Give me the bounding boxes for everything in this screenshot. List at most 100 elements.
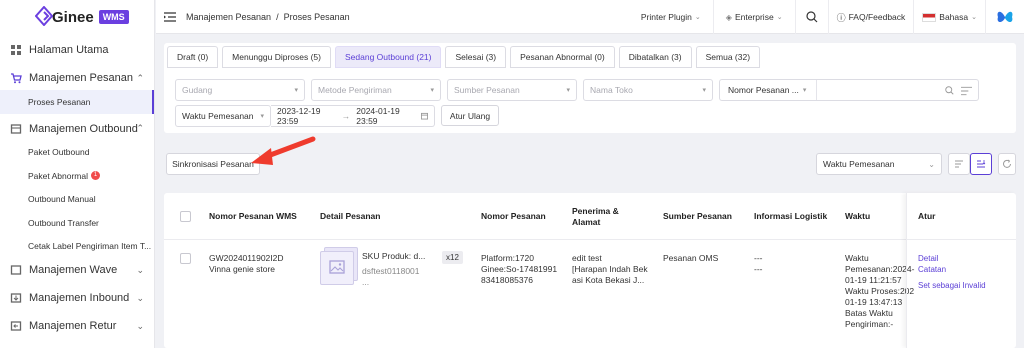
refresh-button[interactable] (998, 153, 1016, 175)
butterfly-avatar-icon (997, 11, 1013, 23)
logistics-info: --- (754, 253, 763, 263)
sidebar-item-manajemen-wave[interactable]: Manajemen Wave ⌄ (0, 258, 154, 282)
batch-search-icon[interactable] (961, 86, 972, 96)
gudang-select[interactable]: Gudang ▾ (175, 79, 305, 101)
quantity-badge: x12 (442, 251, 463, 264)
tab-draft[interactable]: Draft (0) (167, 46, 219, 68)
printer-plugin-label: Printer Plugin (640, 12, 692, 22)
set-invalid-link[interactable]: Set sebagai Invalid (918, 280, 986, 291)
waktu-type-select[interactable]: Waktu Pemesanan ▾ (175, 105, 271, 127)
order-source: Pesanan OMS (663, 253, 719, 263)
menu-collapse-icon[interactable] (164, 11, 176, 22)
chevron-down-icon: ▾ (430, 87, 434, 94)
sidebar-item-label: Manajemen Wave (29, 264, 118, 276)
sidebar-item-outbound-manual[interactable]: Outbound Manual (0, 188, 154, 212)
product-sku-code: dsftest0118001 (362, 266, 420, 276)
tab-label: Draft (0) (177, 52, 209, 62)
sidebar-item-cetak-label[interactable]: Cetak Label Pengiriman Item T... (0, 235, 154, 259)
select-all-checkbox[interactable] (180, 211, 191, 222)
sort-ascending-button[interactable] (948, 153, 970, 175)
sort-descending-icon (977, 160, 986, 168)
sidebar-item-outbound-transfer[interactable]: Outbound Transfer (0, 211, 154, 235)
row-checkbox[interactable] (180, 253, 191, 264)
sidebar-item-paket-abnormal[interactable]: Paket Abnormal 1 (0, 164, 154, 188)
return-icon (10, 321, 22, 331)
language-label: Bahasa (939, 12, 969, 22)
tab-dibatalkan[interactable]: Dibatalkan (3) (618, 46, 692, 68)
divider (816, 80, 817, 100)
nama-toko-select[interactable]: Nama Toko ▾ (583, 79, 713, 101)
sidebar-item-manajemen-pesanan[interactable]: Manajemen Pesanan ⌃ (0, 66, 154, 90)
help-icon: ⓘ (836, 12, 846, 23)
tab-semua[interactable]: Semua (32) (695, 46, 761, 68)
sidebar-item-paket-outbound[interactable]: Paket Outbound (0, 141, 154, 165)
search-icon[interactable] (945, 86, 954, 95)
printer-plugin-menu[interactable]: Printer Plugin ⌄ (629, 0, 713, 34)
reset-label: Atur Ulang (449, 110, 491, 121)
sumber-pesanan-select[interactable]: Sumber Pesanan ▾ (447, 79, 577, 101)
time-line-6: Batas Waktu (845, 308, 893, 318)
user-avatar[interactable] (985, 0, 1024, 34)
faq-feedback-link[interactable]: ⓘ FAQ/Feedback (827, 0, 914, 34)
table-row: GW2024011902I2D Vinna genie store SKU Pr… (164, 241, 1016, 348)
chevron-down-icon: ▾ (260, 113, 264, 120)
tab-menunggu-diproses[interactable]: Menunggu Diproses (5) (222, 46, 331, 68)
breadcrumb-current: Proses Pesanan (283, 11, 350, 22)
waktu-type-label: Waktu Pemesanan (182, 111, 254, 121)
chevron-down-icon: ⌄ (971, 14, 977, 21)
brand-logo[interactable]: Ginee WMS (0, 0, 154, 34)
sort-field-select[interactable]: Waktu Pemesanan ⌄ (816, 153, 942, 175)
breadcrumb-parent[interactable]: Manajemen Pesanan (186, 12, 271, 22)
product-more: ... (362, 277, 370, 287)
tab-pesanan-abnormal[interactable]: Pesanan Abnormal (0) (510, 46, 615, 68)
sidebar: Ginee WMS Halaman Utama Manajemen Pesana… (0, 0, 155, 348)
date-range-picker[interactable]: 2023-12-19 23:59 → 2024-01-19 23:59 (271, 105, 435, 127)
language-selector[interactable]: Bahasa ⌄ (913, 0, 985, 34)
sync-label: Sinkronisasi Pesanan (172, 159, 254, 169)
column-header-source: Sumber Pesanan (663, 211, 732, 221)
chevron-up-icon: ⌃ (136, 123, 144, 133)
search-type-select[interactable]: Nomor Pesanan ... (728, 85, 799, 95)
recipient-name: edit test (572, 253, 602, 263)
search-button[interactable] (794, 0, 828, 34)
time-line-7: Pengiriman:- (845, 319, 894, 329)
detail-link[interactable]: Detail (918, 253, 938, 264)
time-line-5: 01-19 13:47:13 (845, 297, 903, 307)
annotation-arrow-icon (251, 136, 316, 165)
sidebar-item-label: Manajemen Retur (29, 320, 117, 332)
sidebar-item-proses-pesanan[interactable]: Proses Pesanan (0, 90, 154, 114)
tab-sedang-outbound[interactable]: Sedang Outbound (21) (335, 46, 442, 68)
sidebar-item-halaman-utama[interactable]: Halaman Utama (0, 38, 154, 62)
chevron-down-icon: ⌄ (776, 14, 783, 21)
metode-pengiriman-select[interactable]: Metode Pengiriman ▾ (311, 79, 441, 101)
sidebar-item-label: Manajemen Pesanan (29, 72, 133, 84)
sidebar-item-label: Halaman Utama (29, 44, 109, 56)
calendar-icon (421, 112, 428, 120)
tab-label: Menunggu Diproses (5) (232, 52, 321, 62)
tab-selesai[interactable]: Selesai (3) (445, 46, 507, 68)
enterprise-label: Enterprise (734, 12, 774, 22)
notes-link[interactable]: Catatan (918, 264, 946, 275)
wms-order-number[interactable]: GW2024011902I2D (209, 253, 284, 264)
recipient-address-cont: asi Kota Bekasi J... (572, 275, 645, 285)
wave-icon (10, 265, 22, 275)
ginee-order-number: Ginee:So-17481991 (481, 264, 558, 274)
count-badge: 1 (91, 171, 101, 181)
time-line-3: 01-19 11:21:57 (845, 275, 902, 285)
refresh-icon (1003, 159, 1011, 168)
date-start[interactable]: 2023-12-19 23:59 (277, 106, 336, 126)
enterprise-menu[interactable]: ◈ Enterprise ⌄ (712, 0, 795, 34)
ginee-order-number-cont: 83418085376 (481, 275, 534, 285)
date-end[interactable]: 2024-01-19 23:59 (356, 106, 415, 126)
sidebar-item-manajemen-outbound[interactable]: Manajemen Outbound ⌃ (0, 117, 154, 141)
breadcrumb: Manajemen Pesanan / Proses Pesanan (186, 12, 350, 22)
sidebar-item-label: Outbound Manual (28, 194, 96, 205)
sort-descending-button[interactable] (970, 153, 992, 175)
product-image[interactable] (320, 251, 354, 285)
chevron-down-icon: ▾ (702, 87, 706, 94)
sidebar-item-manajemen-retur[interactable]: Manajemen Retur ⌄ (0, 314, 154, 338)
nomor-pesanan-search[interactable]: Nomor Pesanan ... ▾ (719, 79, 979, 101)
sidebar-item-manajemen-inbound[interactable]: Manajemen Inbound ⌄ (0, 286, 154, 310)
platform-order-number: Platform:1720 (481, 253, 534, 263)
reset-button[interactable]: Atur Ulang (441, 105, 499, 126)
